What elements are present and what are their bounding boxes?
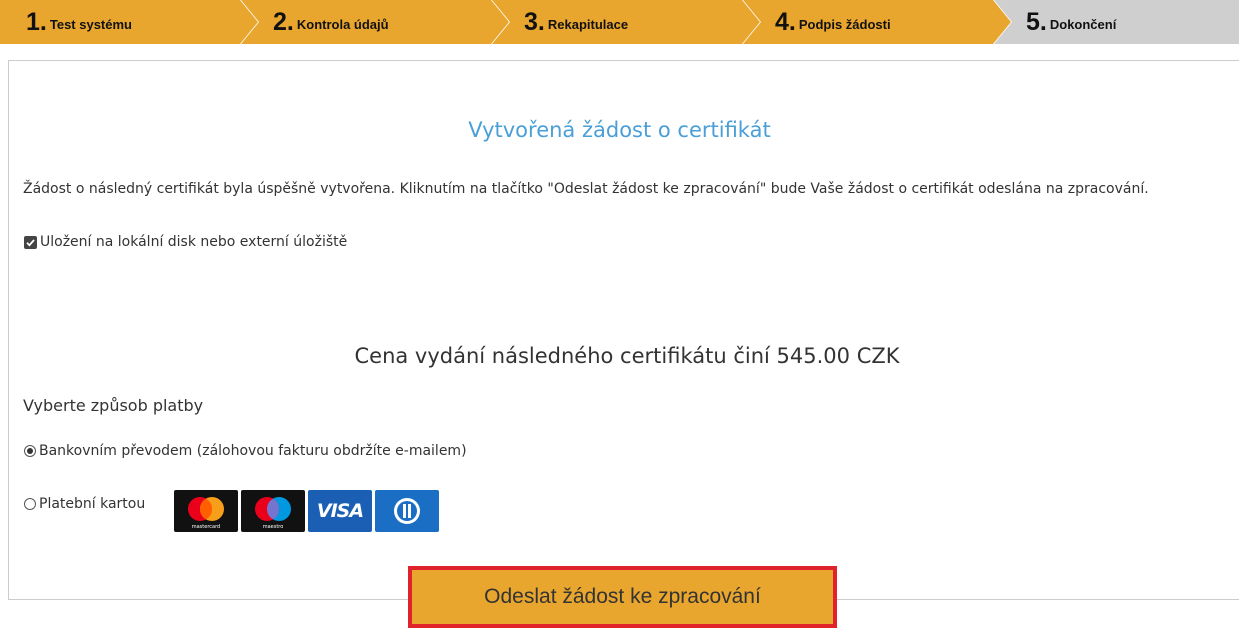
step-label: Podpis žádosti bbox=[798, 16, 891, 32]
save-checkbox[interactable] bbox=[24, 235, 37, 249]
payment-radio-card[interactable] bbox=[24, 498, 36, 510]
step-number: 3 bbox=[524, 7, 538, 36]
step-2: 2. Kontrola údajů bbox=[241, 0, 509, 44]
progress-steps: 1. Test systému 2. Kontrola údajů 3. Rek… bbox=[0, 0, 1239, 44]
visa-text: VISA bbox=[316, 500, 364, 522]
visa-icon: VISA bbox=[308, 490, 372, 532]
step-3: 3. Rekapitulace bbox=[492, 0, 760, 44]
description-text: Žádost o následný certifikát byla úspěšn… bbox=[23, 181, 1149, 197]
submit-button-label: Odeslat žádost ke zpracování bbox=[484, 585, 761, 608]
step-number: 4 bbox=[775, 7, 789, 36]
step-number: 5 bbox=[1026, 7, 1040, 36]
step-5: 5. Dokončení bbox=[994, 0, 1239, 44]
checkmark-icon bbox=[26, 238, 35, 247]
step-1: 1. Test systému bbox=[0, 0, 258, 44]
diners-icon bbox=[375, 490, 439, 532]
step-number: 2 bbox=[273, 7, 287, 36]
step-label: Dokončení bbox=[1049, 16, 1117, 32]
mastercard-text: mastercard bbox=[192, 524, 220, 530]
save-option[interactable]: Uložení na lokální disk nebo externí úlo… bbox=[24, 234, 347, 250]
payment-option-label: Bankovním převodem (zálohovou fakturu ob… bbox=[39, 443, 467, 459]
step-number: 1 bbox=[26, 7, 40, 36]
maestro-icon: maestro bbox=[241, 490, 305, 532]
card-logos: mastercard maestro VISA bbox=[174, 490, 439, 532]
step-label: Kontrola údajů bbox=[296, 16, 389, 32]
mastercard-icon: mastercard bbox=[174, 490, 238, 532]
page-title: Vytvořená žádost o certifikát bbox=[468, 118, 771, 142]
step-label: Test systému bbox=[49, 16, 132, 32]
payment-title: Vyberte způsob platby bbox=[23, 396, 204, 415]
payment-radio-bank[interactable] bbox=[24, 445, 36, 457]
payment-option-label: Platební kartou bbox=[39, 496, 146, 512]
payment-option-card[interactable]: Platební kartou bbox=[24, 496, 145, 512]
price-text: Cena vydání následného certifikátu činí … bbox=[354, 344, 900, 368]
step-label: Rekapitulace bbox=[547, 16, 629, 32]
maestro-text: maestro bbox=[263, 524, 284, 530]
submit-button[interactable]: Odeslat žádost ke zpracování bbox=[408, 566, 837, 628]
save-checkbox-label: Uložení na lokální disk nebo externí úlo… bbox=[40, 234, 348, 250]
payment-option-bank[interactable]: Bankovním převodem (zálohovou fakturu ob… bbox=[24, 443, 467, 459]
step-4: 4. Podpis žádosti bbox=[743, 0, 1011, 44]
